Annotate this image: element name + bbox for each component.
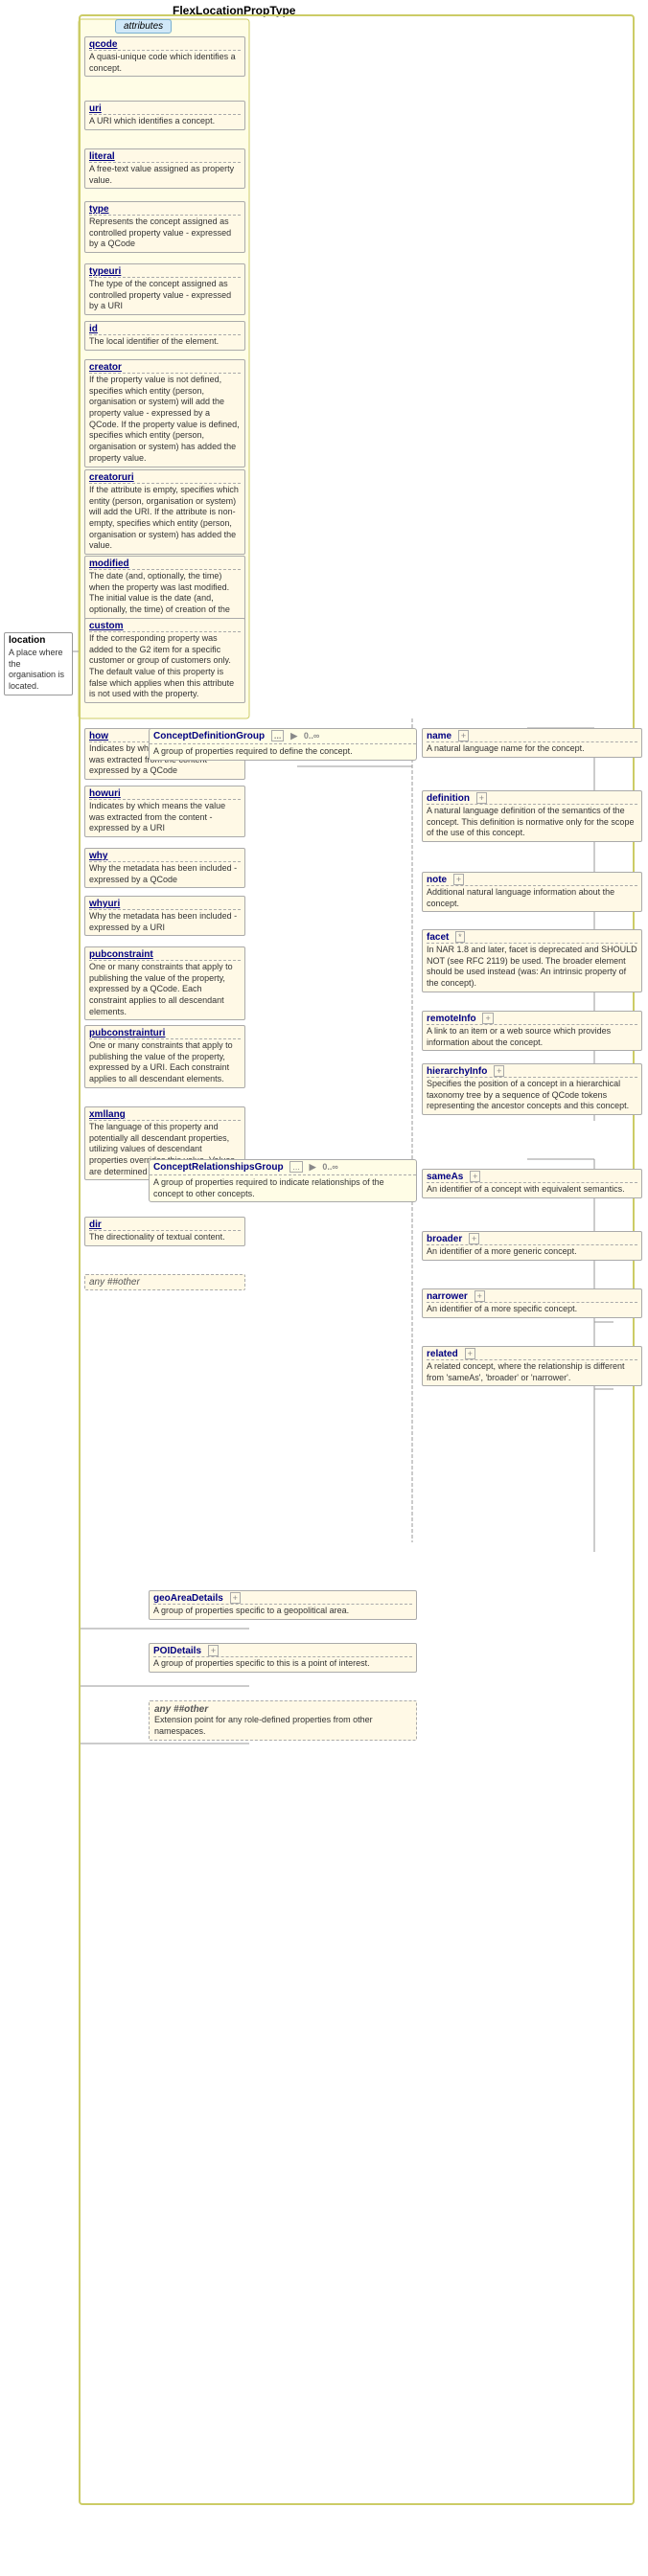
elem-poi-details: POIDetails + A group of properties speci…	[149, 1643, 417, 1673]
elem-name: name + A natural language name for the c…	[422, 728, 642, 758]
elem-geo-area-details: geoAreaDetails + A group of properties s…	[149, 1590, 417, 1620]
elem-same-as: sameAs + An identifier of a concept with…	[422, 1169, 642, 1198]
elem-related: related + A related concept, where the r…	[422, 1346, 642, 1386]
any-other-bottom: any ##other Extension point for any role…	[149, 1700, 417, 1741]
location-label: location A place where the organisation …	[4, 632, 73, 695]
elem-broader: broader + An identifier of a more generi…	[422, 1231, 642, 1261]
elem-definition: definition + A natural language definiti…	[422, 790, 642, 842]
elem-hierarchy-info: hierarchyInfo + Specifies the position o…	[422, 1063, 642, 1115]
concept-definition-group: ConceptDefinitionGroup ... ▶ 0..∞ A grou…	[149, 728, 417, 761]
elem-remote-info: remoteInfo + A link to an item or a web …	[422, 1011, 642, 1051]
elem-narrower: narrower + An identifier of a more speci…	[422, 1288, 642, 1318]
diagram-container: FlexLocationPropType	[0, 0, 648, 2576]
elem-note: note + Additional natural language infor…	[422, 872, 642, 912]
concept-relationships-group: ConceptRelationshipsGroup ... ▶ 0..∞ A g…	[149, 1159, 417, 1202]
elem-facet: facet * In NAR 1.8 and later, facet is d…	[422, 929, 642, 992]
